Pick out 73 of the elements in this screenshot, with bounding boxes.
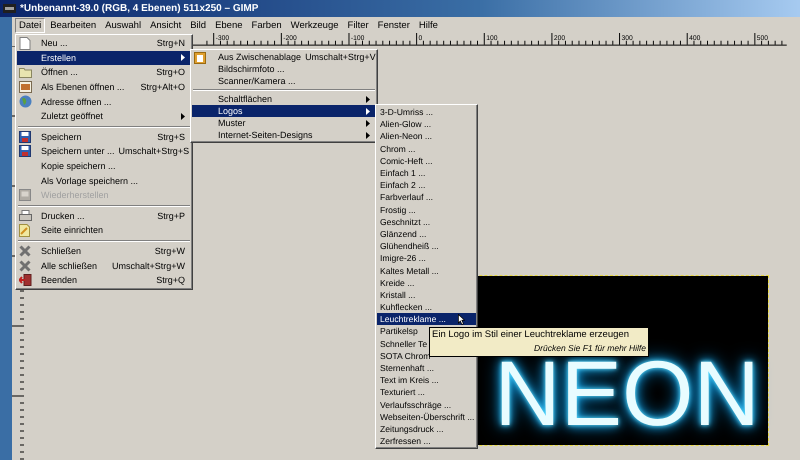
menu-item[interactable]: Kuhflecken ... [377, 301, 476, 314]
revert-icon [19, 189, 31, 202]
menu-bar-item[interactable]: Auswahl [101, 18, 146, 33]
menu-item[interactable]: Muster [192, 117, 376, 129]
menu-bar-item[interactable]: Ansicht [146, 18, 186, 33]
image-icon [19, 81, 32, 94]
window-title: *Unbenannt-39.0 (RGB, 4 Ebenen) 511x250 – GIMP [20, 3, 258, 14]
page-setup-icon [19, 224, 30, 237]
menu-item[interactable]: Bildschirmfoto ... [192, 63, 376, 75]
menu-item[interactable]: Logos [192, 105, 376, 117]
menu-item[interactable]: Glühendheiß ... [377, 240, 476, 252]
menu-item[interactable]: Speichern unter ... Umschalt+Strg+S [17, 144, 191, 159]
menu-bar-item[interactable]: Hilfe [414, 18, 442, 33]
menu-item[interactable]: Frostig ... [377, 204, 476, 216]
menu-item[interactable]: Farbverlauf ... [377, 191, 476, 204]
menu-item[interactable]: Adresse öffnen ... [17, 94, 191, 109]
menu-item[interactable]: Comic-Heft ... [377, 154, 476, 167]
menu-item[interactable]: Seite einrichten [17, 223, 191, 238]
menu-item[interactable]: Verlaufsschräge ... [377, 398, 476, 411]
menu-item[interactable]: Kristall ... [377, 288, 476, 301]
menu-item[interactable]: Speichern Strg+S [17, 130, 191, 144]
exit-door-icon [19, 274, 32, 286]
menu-item[interactable]: Texturiert ... [377, 386, 476, 398]
menu-item[interactable]: Alien-Neon ... [377, 130, 476, 143]
menu-bar-item[interactable]: Fenster [374, 18, 414, 33]
menu-item[interactable]: Webseiten-Überschrift ... [377, 410, 476, 423]
menu-item[interactable]: Zerfressen ... [377, 435, 476, 448]
menu-item[interactable]: Chrom ... [377, 142, 476, 155]
menu-item[interactable]: Text im Kreis ... [377, 374, 476, 386]
menu-item[interactable]: Geschnitzt ... [377, 216, 476, 228]
menu-item[interactable]: Beenden Strg+Q [17, 272, 191, 288]
menu-bar-item[interactable]: Werkzeuge [286, 18, 343, 33]
menu-item[interactable]: Sternenhaft ... [377, 362, 476, 374]
menu-item[interactable]: Öffnen ... Strg+O [17, 65, 191, 80]
menu-item[interactable]: Als Vorlage speichern ... [17, 173, 191, 188]
menu-item[interactable]: Kopie speichern ... [17, 158, 191, 174]
menu-item[interactable]: Scanner/Kamera ... [192, 75, 376, 87]
menu-item[interactable]: Erstellen [17, 50, 191, 66]
menu-bar-item[interactable]: Farben [248, 18, 286, 33]
menu-item[interactable]: Drucken ... Strg+P [17, 208, 191, 224]
menu-item[interactable]: Als Ebenen öffnen ... Strg+Alt+O [17, 80, 191, 94]
menu-item[interactable]: Schließen Strg+W [17, 244, 191, 258]
menu-item[interactable]: Glänzend ... [377, 228, 476, 240]
mouse-cursor-icon [458, 314, 465, 325]
document-icon [19, 36, 31, 50]
menu-item[interactable]: Einfach 1 ... [377, 166, 476, 180]
menu-item[interactable]: Kreide ... [377, 276, 476, 289]
menu-item[interactable]: Schaltflächen [192, 93, 376, 105]
menu-item[interactable]: Aus Zwischenablage Umschalt+Strg+V [192, 51, 376, 63]
menu-item[interactable]: Alien-Glow ... [377, 118, 476, 130]
menu-item[interactable]: Zeitungsdruck ... [377, 422, 476, 436]
menu-item[interactable]: Einfach 2 ... [377, 179, 476, 192]
menu-item[interactable]: Imigre-26 ... [377, 252, 476, 264]
tooltip-text: Ein Logo im Stil einer Leuchtreklame erzeugen [432, 329, 630, 340]
printer-icon [19, 210, 32, 222]
close-icon [19, 260, 31, 272]
menu-item[interactable]: Neu ... Strg+N [17, 36, 191, 51]
menu-item[interactable]: Leuchtreklame ... [377, 313, 476, 326]
menu-item[interactable]: 3-D-Umriss ... [377, 106, 476, 118]
menu-item[interactable]: Zuletzt geöffnet [17, 108, 191, 124]
globe-icon [19, 95, 32, 108]
tooltip-hint: Drücken Sie F1 für mehr Hilfe [534, 343, 646, 353]
app-icon [3, 4, 16, 13]
menu-item[interactable]: Kaltes Metall ... [377, 264, 476, 277]
close-icon [19, 245, 31, 258]
menu-bar-item[interactable]: Bearbeiten [46, 18, 100, 33]
menu-bar-item[interactable]: Filter [344, 18, 373, 33]
neon-text: NEON [494, 359, 760, 431]
menu-item[interactable]: Internet-Seiten-Designs [192, 129, 376, 141]
menu-item[interactable]: Alle schließen Umschalt+Strg+W [17, 258, 191, 273]
menu-bar-item[interactable]: Ebene [211, 18, 247, 33]
menu-bar-item[interactable]: Bild [186, 18, 210, 33]
menu-bar-item[interactable]: Datei [15, 18, 46, 33]
